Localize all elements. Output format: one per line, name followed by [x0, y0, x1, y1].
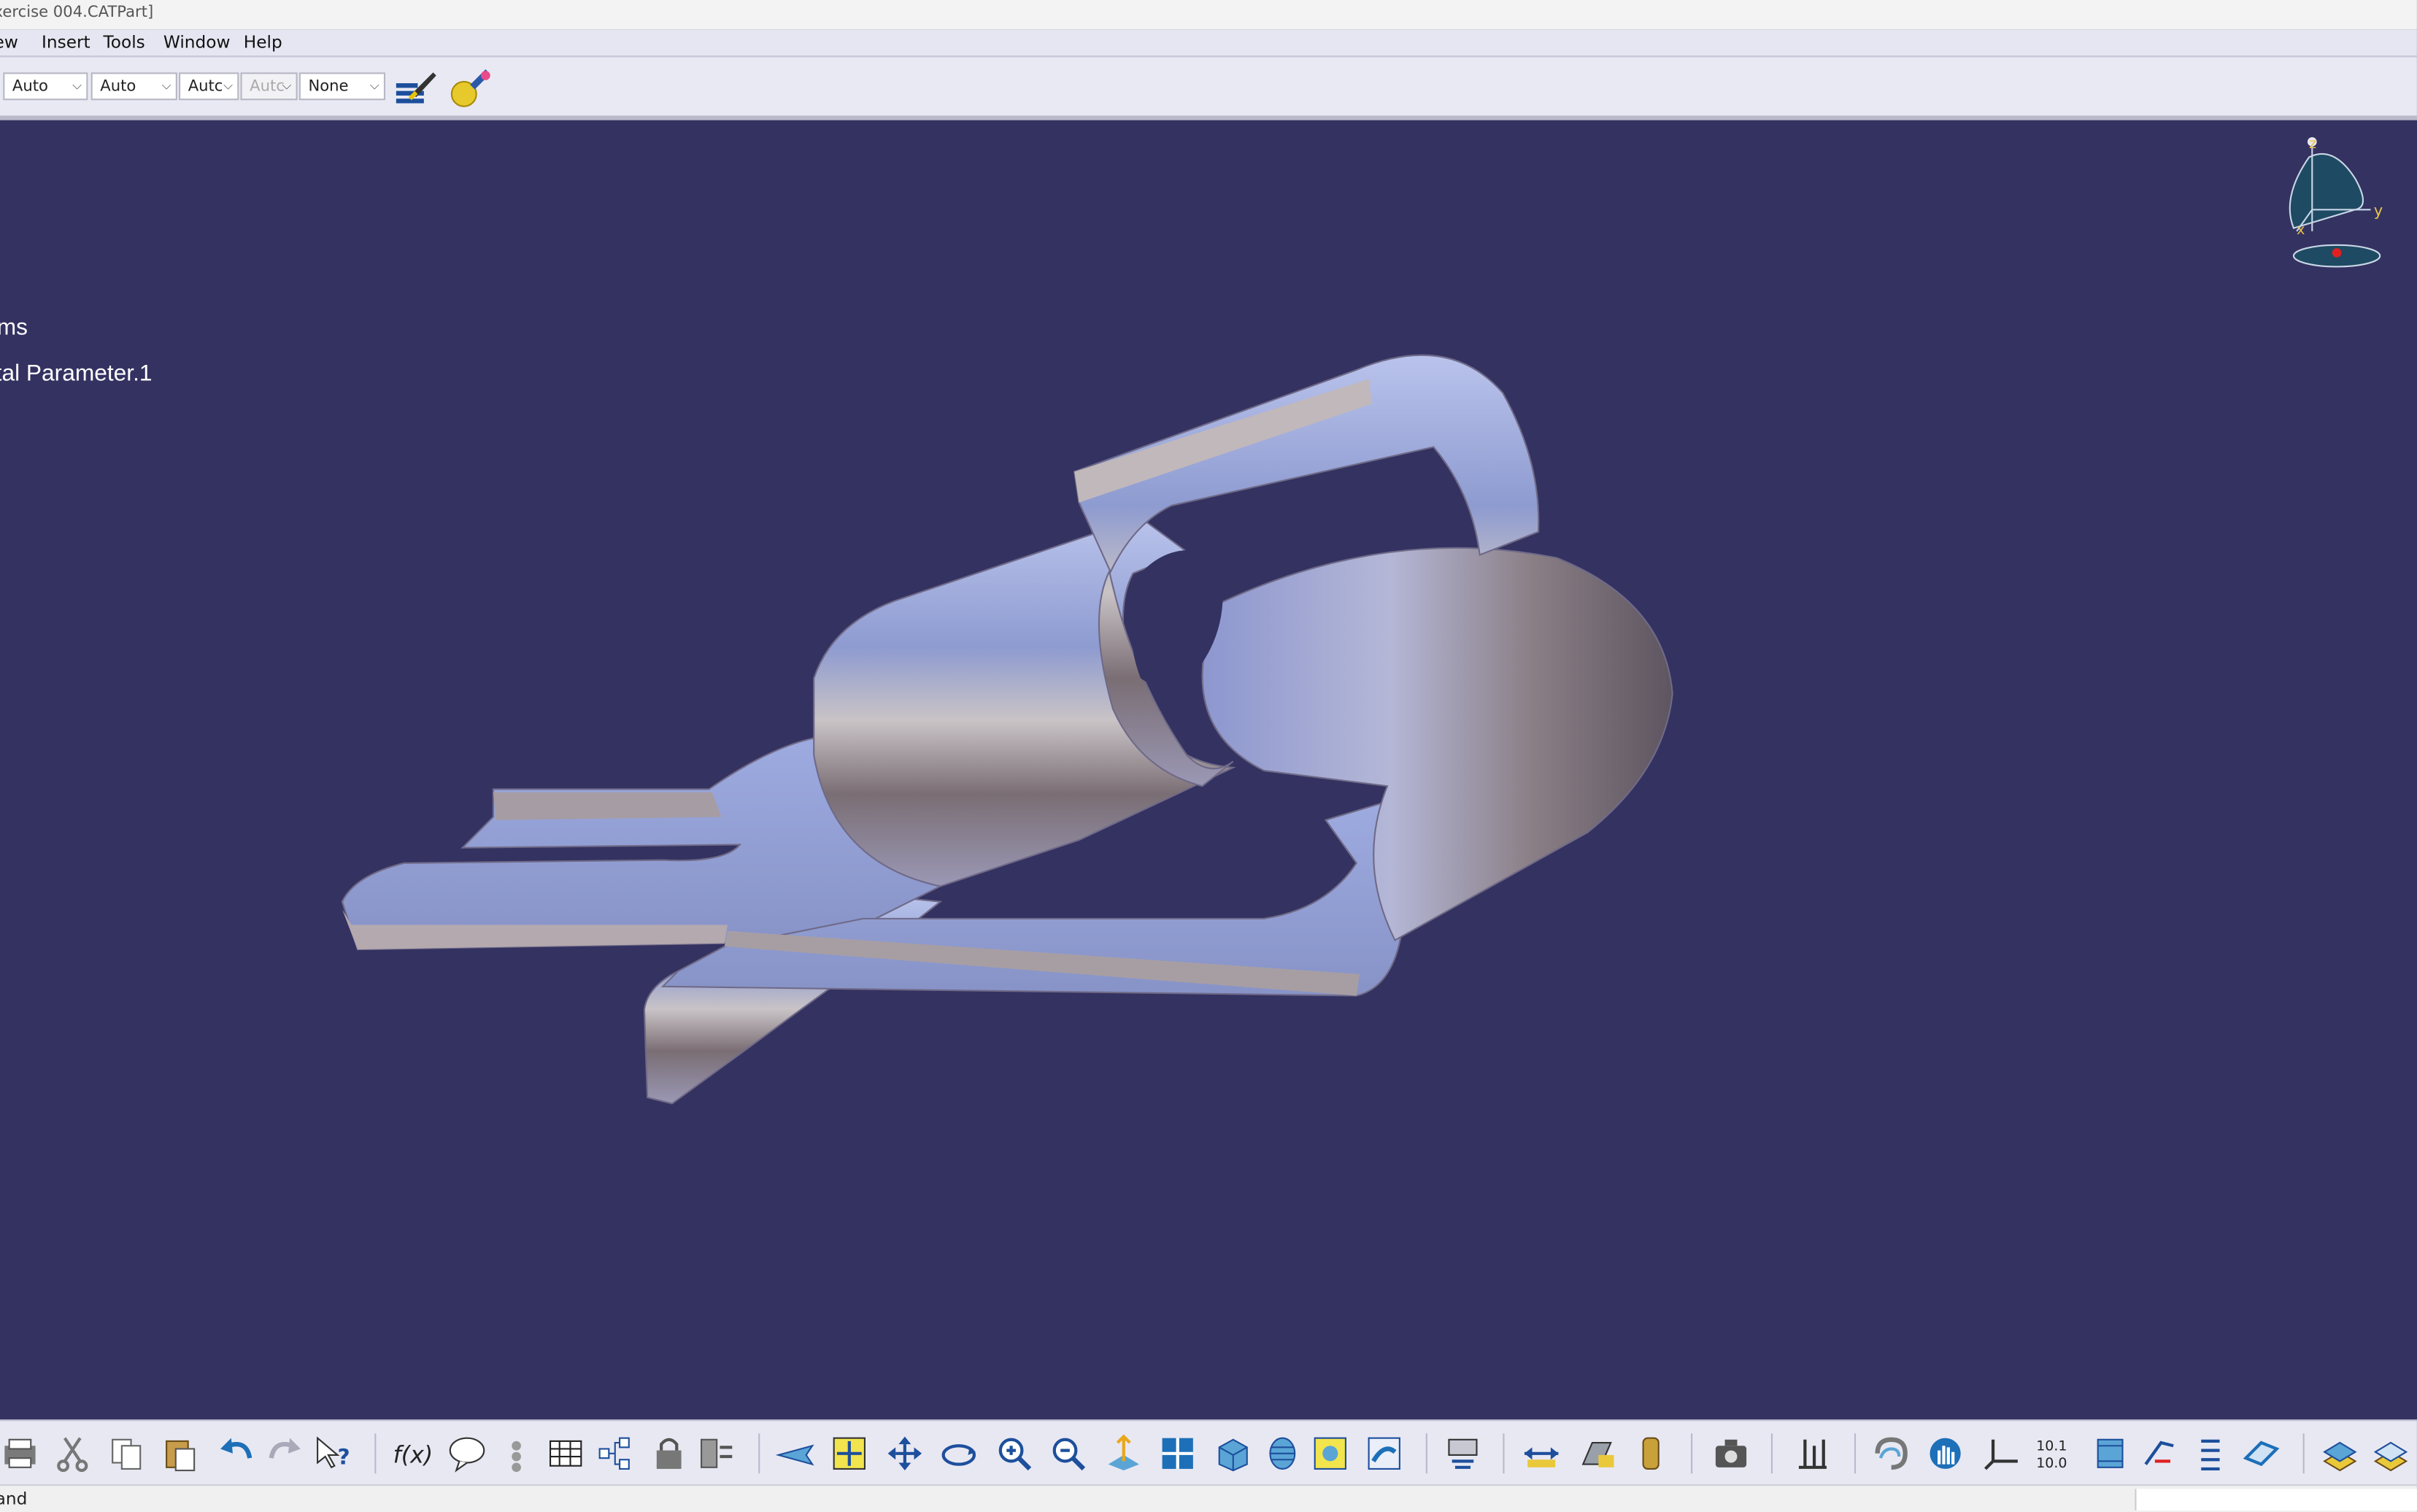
layer-filter-icon[interactable] [2371, 1433, 2411, 1473]
toolbar-separator [2302, 1433, 2305, 1474]
menu-bar: ew Insert Tools Window Help [0, 29, 2417, 58]
color-combo[interactable]: Auto ⌵ [3, 72, 88, 101]
whats-this-icon[interactable]: ? [313, 1433, 353, 1473]
print-icon[interactable] [0, 1433, 40, 1473]
layers-icon[interactable] [2320, 1433, 2360, 1473]
line-weight-combo[interactable]: Autc ⌵ [179, 72, 239, 101]
surface-icon[interactable] [2241, 1433, 2281, 1473]
axis-y-label: y [2374, 201, 2383, 220]
status-bar: and [0, 1484, 2417, 1512]
apply-material-icon[interactable] [449, 66, 495, 109]
menu-insert[interactable]: Insert [42, 32, 90, 52]
toolbar-separator [1691, 1433, 1693, 1474]
properties-toolbar: Auto ⌵ Auto ⌵ Autc ⌵ Autc ⌵ None ⌵ [0, 57, 2417, 120]
status-message: and [0, 1489, 28, 1509]
layer-combo[interactable]: None ⌵ [298, 72, 386, 101]
axis-z-label: z [2309, 136, 2316, 152]
chevron-down-icon: ⌵ [223, 78, 233, 93]
create-plane-icon[interactable] [1443, 1433, 1483, 1473]
menu-window[interactable]: Window [163, 32, 231, 52]
multi-view-icon[interactable] [1157, 1433, 1198, 1473]
measure-inertia-icon[interactable] [1631, 1433, 1671, 1473]
chevron-down-icon: ⌵ [161, 78, 171, 93]
lock-icon[interactable] [649, 1433, 689, 1473]
values-icon[interactable]: 10.110.0 [2035, 1433, 2075, 1473]
rotate-icon[interactable] [938, 1433, 979, 1473]
transparency-combo[interactable]: Auto ⌵ [90, 72, 177, 101]
shading-icon[interactable] [1263, 1433, 1303, 1473]
chevron-down-icon: ⌵ [72, 78, 82, 93]
copy-icon[interactable] [107, 1433, 147, 1473]
window-title: xercise 004.CATPart] [0, 4, 154, 22]
measure-item-icon[interactable] [1577, 1433, 1617, 1473]
hide-show-icon[interactable] [1310, 1433, 1350, 1473]
iso-view-icon[interactable] [1213, 1433, 1253, 1473]
comment-icon[interactable] [447, 1433, 487, 1473]
cube-view-icon[interactable] [2090, 1433, 2130, 1473]
toolbar-separator [758, 1433, 760, 1474]
properties-list-icon[interactable] [2192, 1433, 2232, 1473]
normal-view-icon[interactable] [1103, 1433, 1144, 1473]
capture-icon[interactable] [1711, 1433, 1751, 1473]
standard-toolbar: ? f(x) 10.1 10.0 [0, 1419, 2417, 1486]
sheet-metal-part[interactable] [0, 120, 2417, 1418]
menu-tools[interactable]: Tools [104, 32, 145, 52]
parameters-icon[interactable] [697, 1433, 737, 1473]
chevron-down-icon: ⌵ [369, 78, 379, 93]
table-icon[interactable] [546, 1433, 586, 1473]
title-bar: xercise 004.CATPart] [0, 0, 2417, 30]
tree-icon[interactable] [595, 1433, 635, 1473]
line-type-combo: Autc ⌵ [240, 72, 298, 101]
menu-view[interactable]: ew [0, 32, 18, 52]
toolbar-separator [1503, 1433, 1505, 1474]
pan-icon[interactable] [884, 1433, 925, 1473]
svg-text:10.0: 10.0 [2036, 1455, 2067, 1471]
zoom-out-icon[interactable] [1048, 1433, 1088, 1473]
rotate-view-icon[interactable] [1871, 1433, 1911, 1473]
paste-icon[interactable] [161, 1433, 201, 1473]
axis-x-label: x [2297, 222, 2305, 238]
svg-text:10.1: 10.1 [2036, 1438, 2067, 1454]
menu-help[interactable]: Help [244, 32, 282, 52]
toolbar-separator [1425, 1433, 1427, 1474]
chevron-down-icon: ⌵ [282, 78, 292, 93]
toolbar-separator [1770, 1433, 1773, 1474]
svg-text:f(x): f(x) [393, 1442, 432, 1468]
toolbar-separator [374, 1433, 377, 1474]
zoom-in-icon[interactable] [994, 1433, 1034, 1473]
undo-icon[interactable] [216, 1433, 256, 1473]
grab-icon[interactable] [1925, 1433, 1965, 1473]
swap-visible-icon[interactable] [1364, 1433, 1404, 1473]
painter-brush-icon[interactable] [393, 69, 436, 107]
measure-between-icon[interactable] [1522, 1433, 1562, 1473]
3d-viewport[interactable]: ms tal Parameter.1 [0, 120, 2417, 1419]
fit-all-icon[interactable] [829, 1433, 869, 1473]
fly-mode-icon[interactable] [775, 1433, 815, 1473]
toolbar-separator [1854, 1433, 1857, 1474]
command-input[interactable] [2135, 1489, 2417, 1511]
cut-icon[interactable] [53, 1433, 93, 1473]
apply-dress-icon[interactable] [2140, 1433, 2180, 1473]
sheet-metal-params-icon[interactable] [1792, 1433, 1832, 1473]
redo-icon [269, 1438, 301, 1459]
svg-text:?: ? [338, 1445, 350, 1470]
formula-icon[interactable]: f(x) [391, 1433, 432, 1473]
axis-system-icon[interactable] [1981, 1433, 2021, 1473]
compass-widget[interactable]: z y x [2278, 136, 2389, 277]
knowledge-icon[interactable] [496, 1433, 536, 1473]
